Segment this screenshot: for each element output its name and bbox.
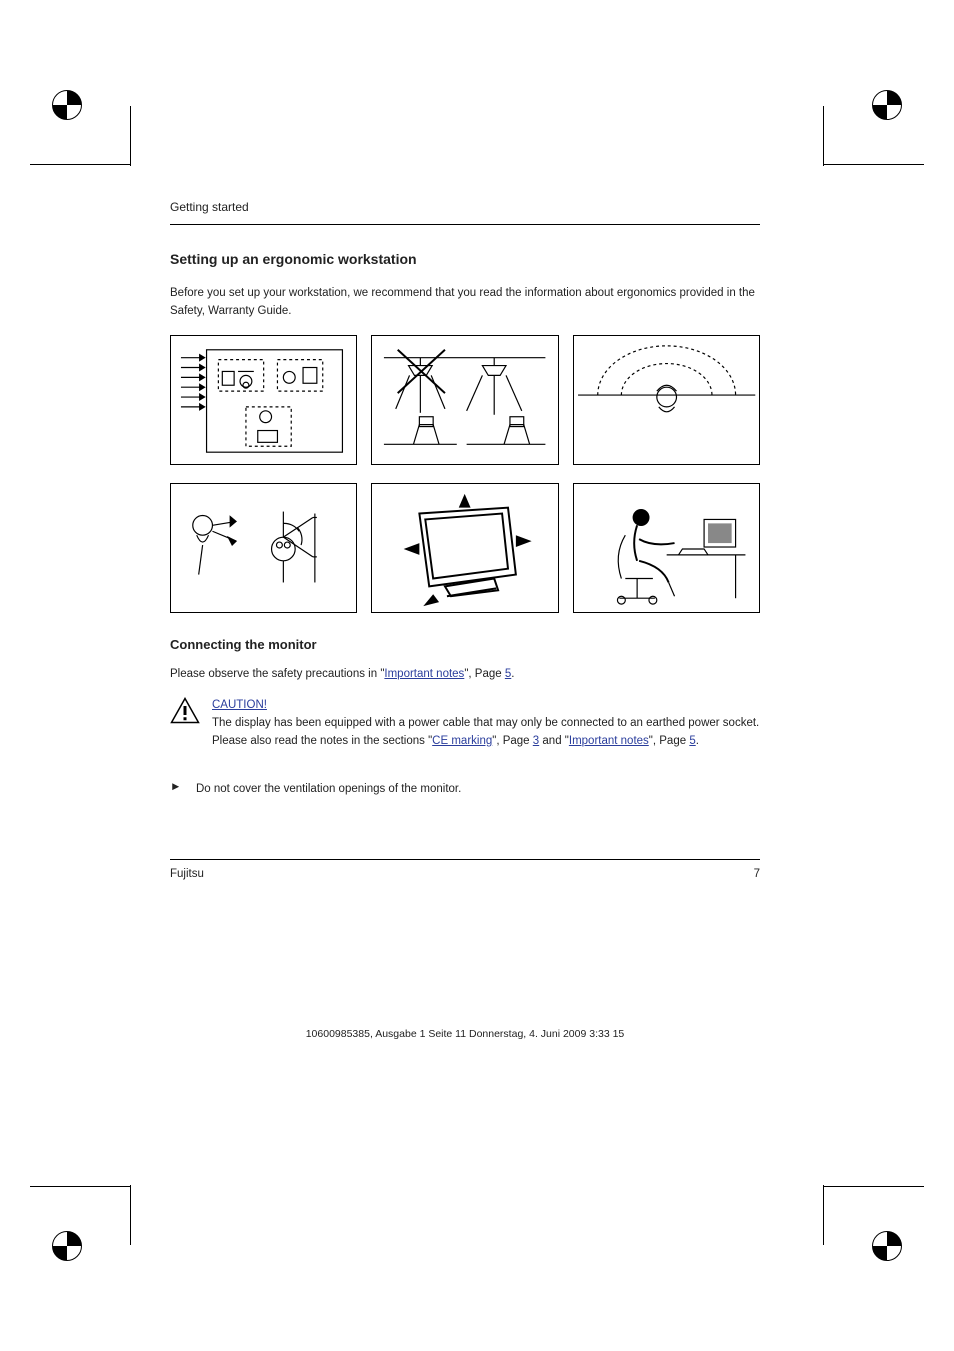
instruction-text: Do not cover the ventilation openings of… (196, 781, 461, 799)
figure-ventilation-clearance (371, 483, 558, 613)
registration-mark-icon (30, 1141, 150, 1261)
text-fragment: ", Page (464, 668, 501, 680)
page-footer: Fujitsu 7 (170, 868, 760, 880)
figure-viewing-angle (170, 483, 357, 613)
text-fragment: Please observe the safety precautions in… (170, 668, 384, 680)
registration-mark-icon (804, 1141, 924, 1261)
footer-rule (170, 859, 760, 860)
bullet-icon: ► (170, 781, 186, 799)
caution-text: CAUTION! The display has been equipped w… (212, 697, 760, 750)
important-notes-link[interactable]: Important notes (569, 735, 649, 747)
caution-note: CAUTION! The display has been equipped w… (170, 697, 760, 750)
subsection-title: Connecting the monitor (170, 637, 760, 652)
text-fragment: ", Page (492, 735, 529, 747)
instruction-item: ► Do not cover the ventilation openings … (170, 781, 760, 799)
registration-mark-icon (804, 90, 924, 210)
figure-row (170, 483, 760, 613)
important-notes-link[interactable]: Important notes (384, 668, 464, 680)
page-content: Getting started Setting up an ergonomic … (170, 200, 760, 880)
footer-brand: Fujitsu (170, 868, 204, 880)
text-fragment: and " (539, 735, 569, 747)
figure-viewing-arc (573, 335, 760, 465)
text-fragment: . (696, 735, 699, 747)
page-number: 7 (754, 868, 760, 880)
print-job-footer: 10600985385, Ausgabe 1 Seite 11 Donnerst… (306, 1028, 625, 1040)
page-header: Getting started (170, 200, 760, 214)
intro-paragraph: Before you set up your workstation, we r… (170, 285, 760, 321)
connect-paragraph: Please observe the safety precautions in… (170, 666, 760, 684)
section-title: Setting up an ergonomic workstation (170, 251, 760, 267)
caution-label: CAUTION! (212, 699, 267, 711)
registration-mark-icon (30, 90, 150, 210)
caution-icon (170, 697, 200, 729)
ce-marking-link[interactable]: CE marking (432, 735, 492, 747)
figure-window-glare (170, 335, 357, 465)
header-rule (170, 224, 760, 225)
text-fragment: ", Page (649, 735, 686, 747)
figure-row (170, 335, 760, 465)
figure-seated-posture (573, 483, 760, 613)
text-fragment: . (511, 668, 514, 680)
figure-overhead-lighting (371, 335, 558, 465)
